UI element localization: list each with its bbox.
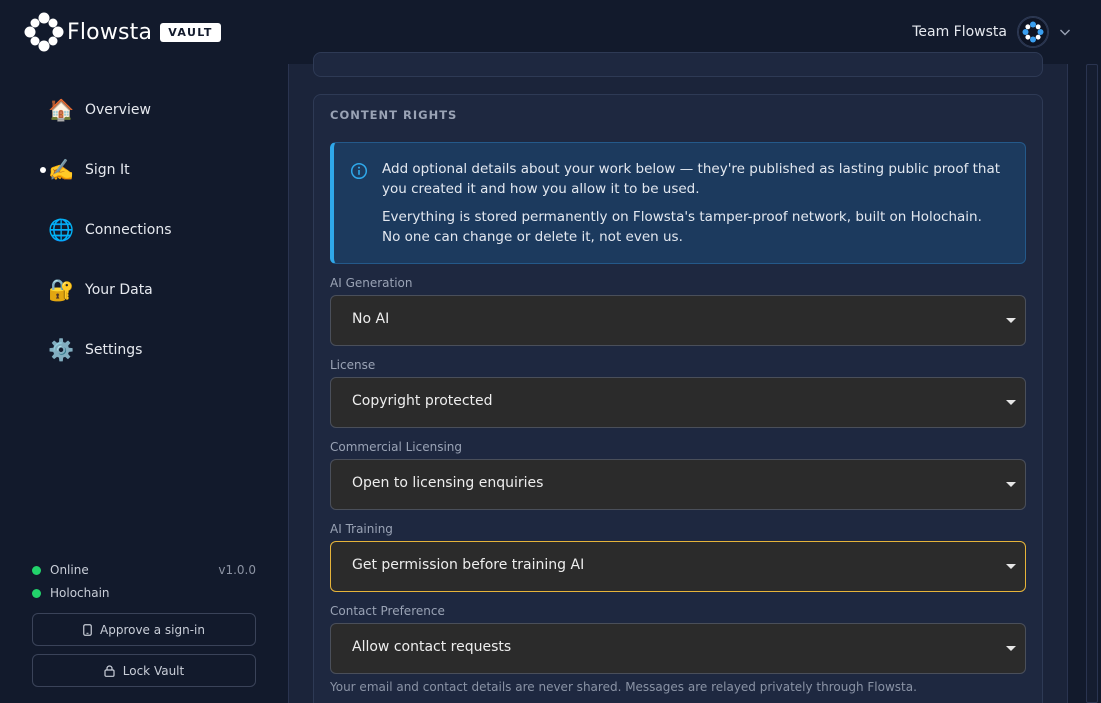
- flowsta-logo-icon: [24, 12, 64, 52]
- caret-down-icon: [1006, 482, 1016, 487]
- approve-sign-in-button[interactable]: Approve a sign-in: [32, 613, 256, 646]
- select-value: Copyright protected: [352, 393, 493, 409]
- caret-down-icon: [1006, 318, 1016, 323]
- version-label: v1.0.0: [218, 563, 256, 577]
- sidebar-item-overview[interactable]: 🏠 Overview: [40, 90, 260, 130]
- approve-sign-in-label: Approve a sign-in: [100, 622, 205, 637]
- team-switcher[interactable]: Team Flowsta: [912, 16, 1071, 48]
- lock-icon: [104, 664, 115, 677]
- privacy-note: Your email and contact details are never…: [330, 680, 917, 694]
- brand-name: Flowsta: [67, 19, 153, 45]
- info-icon: [350, 162, 368, 180]
- license-label: License: [330, 358, 376, 372]
- sidebar-item-label: Overview: [85, 102, 151, 118]
- section-title: CONTENT RIGHTS: [330, 108, 458, 122]
- sidebar: 🏠 Overview ✍️ Sign It 🌐 Connections 🔐 Yo…: [0, 64, 288, 703]
- vault-badge: VAULT: [160, 22, 221, 42]
- sidebar-item-sign-it[interactable]: ✍️ Sign It: [40, 150, 260, 190]
- caret-down-icon: [1006, 646, 1016, 651]
- team-name: Team Flowsta: [912, 24, 1007, 40]
- sidebar-item-label: Your Data: [85, 282, 153, 298]
- select-value: Open to licensing enquiries: [352, 475, 544, 491]
- active-indicator-dot: [40, 167, 46, 173]
- status-online: Online: [32, 561, 89, 579]
- lock-vault-label: Lock Vault: [122, 663, 185, 678]
- commercial-licensing-label: Commercial Licensing: [330, 440, 462, 454]
- house-icon: 🏠: [48, 98, 75, 122]
- status-label: Online: [50, 563, 89, 577]
- sidebar-item-settings[interactable]: ⚙️ Settings: [40, 330, 260, 370]
- locked-with-key-icon: 🔐: [48, 278, 75, 302]
- previous-section-card: [313, 52, 1043, 77]
- status-dot: [32, 588, 41, 598]
- writing-hand-icon: ✍️: [48, 158, 75, 182]
- sidebar-item-label: Settings: [85, 342, 143, 358]
- commercial-licensing-select[interactable]: Open to licensing enquiries: [330, 459, 1026, 510]
- status-label: Holochain: [50, 586, 110, 600]
- ai-training-select[interactable]: Get permission before training AI: [330, 541, 1026, 592]
- ai-generation-select[interactable]: No AI: [330, 295, 1026, 346]
- ai-generation-label: AI Generation: [330, 276, 413, 290]
- sidebar-item-label: Sign It: [85, 162, 130, 178]
- info-paragraph-1: Add optional details about your work bel…: [382, 161, 1001, 197]
- lock-vault-button[interactable]: Lock Vault: [32, 654, 256, 687]
- status-holochain: Holochain: [32, 584, 110, 602]
- brand-logo[interactable]: Flowsta VAULT: [24, 12, 221, 52]
- contact-preference-select[interactable]: Allow contact requests: [330, 623, 1026, 674]
- caret-down-icon: [1006, 564, 1016, 569]
- chevron-down-icon: [1060, 29, 1070, 36]
- scrollbar-track[interactable]: [1086, 64, 1098, 703]
- contact-preference-label: Contact Preference: [330, 604, 445, 618]
- caret-down-icon: [1006, 400, 1016, 405]
- select-value: No AI: [352, 311, 390, 327]
- team-avatar: [1017, 16, 1049, 48]
- sidebar-item-connections[interactable]: 🌐 Connections: [40, 210, 260, 250]
- select-value: Allow contact requests: [352, 639, 512, 655]
- select-value: Get permission before training AI: [352, 557, 585, 573]
- ai-training-label: AI Training: [330, 522, 393, 536]
- phone-icon: [83, 623, 92, 636]
- info-paragraph-2: Everything is stored permanently on Flow…: [382, 209, 982, 245]
- globe-icon: 🌐: [48, 218, 75, 242]
- license-select[interactable]: Copyright protected: [330, 377, 1026, 428]
- gear-icon: ⚙️: [48, 338, 75, 362]
- sidebar-item-your-data[interactable]: 🔐 Your Data: [40, 270, 260, 310]
- sidebar-item-label: Connections: [85, 222, 172, 238]
- status-dot: [32, 565, 41, 575]
